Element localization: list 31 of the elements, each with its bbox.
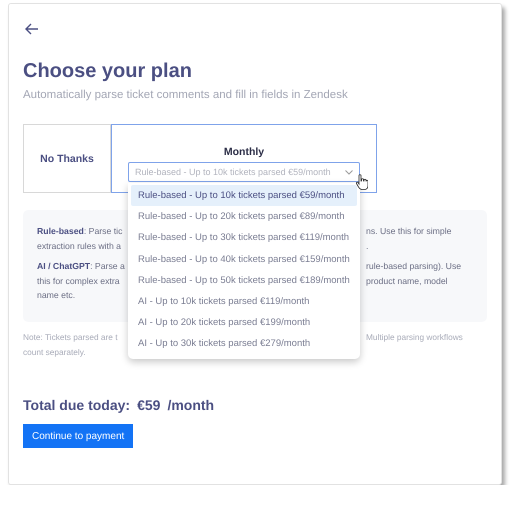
dropdown-option[interactable]: Rule-based - Up to 50k tickets parsed €189/month	[131, 270, 357, 291]
description-text: name etc.	[37, 289, 76, 302]
dropdown-option[interactable]: Rule-based - Up to 40k tickets parsed €159/month	[131, 248, 357, 270]
chevron-icon	[345, 170, 353, 174]
note-text: Multiple parsing workflows	[366, 331, 464, 344]
continue-button[interactable]: Continue to payment	[23, 424, 134, 448]
plan-select[interactable]: Rule-based - Up to 10k tickets parsed €59/month	[128, 162, 360, 182]
total-label: Total due today:	[23, 397, 130, 413]
page-title: Choose your plan	[23, 59, 193, 84]
dropdown-option[interactable]: AI - Up to 20k tickets parsed €199/month	[131, 312, 357, 334]
total-amount: €59	[137, 397, 160, 413]
description-text: rule-based parsing). Use	[366, 260, 462, 273]
note-text: count separately.	[23, 346, 87, 359]
description-text: AI / ChatGPT: Parse a	[37, 260, 126, 273]
dropdown-option[interactable]: Rule-based - Up to 30k tickets parsed €119/month	[131, 227, 357, 249]
description-text: product name, model	[366, 274, 449, 288]
description-text: ns. Use this for simple	[366, 225, 452, 238]
pointer-cursor-icon	[356, 174, 368, 190]
page-subtitle: Automatically parse ticket comments and fill in fields in Zendesk	[23, 89, 349, 101]
description-text: extraction rules with a	[37, 240, 122, 252]
total-period: /month	[167, 397, 214, 413]
note-text: Note: Tickets parsed are t	[23, 331, 119, 344]
dropdown-option[interactable]: AI - Up to 30k tickets parsed €279/month	[131, 333, 357, 354]
dropdown-option[interactable]: AI - Up to 10k tickets parsed €119/month	[131, 290, 357, 312]
description-text: .	[366, 240, 370, 252]
description-text: Rule-based: Parse tic	[37, 225, 124, 238]
description-text: this for complex extra	[37, 274, 121, 288]
dropdown-option[interactable]: Rule-based - Up to 10k tickets parsed €59/month	[131, 185, 357, 206]
plan-label: Monthly	[224, 146, 264, 158]
dropdown-option[interactable]: Rule-based - Up to 20k tickets parsed €89/month	[131, 206, 357, 228]
plan-option[interactable]: No Thanks	[23, 124, 111, 193]
